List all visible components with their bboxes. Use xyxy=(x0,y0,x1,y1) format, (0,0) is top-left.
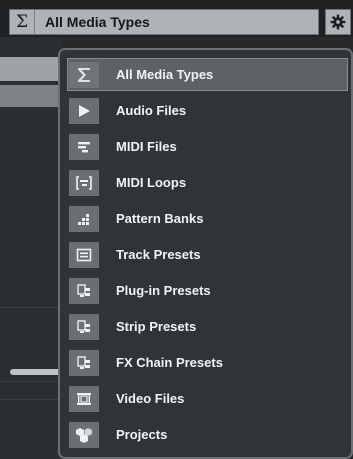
menu-item-midi-files[interactable]: MIDI Files xyxy=(67,130,348,163)
menu-item-label: All Media Types xyxy=(116,67,214,82)
media-type-value: All Media Types xyxy=(45,14,150,30)
gear-icon xyxy=(330,14,346,30)
menu-item-label: FX Chain Presets xyxy=(116,355,223,370)
menu-item-midi-loops[interactable]: MIDI Loops xyxy=(67,166,348,199)
settings-button[interactable] xyxy=(325,9,351,35)
menu-item-label: Pattern Banks xyxy=(116,211,204,226)
plugin-preset-icon xyxy=(69,349,99,376)
background-list-row xyxy=(0,57,62,81)
plugin-preset-icon xyxy=(69,313,99,340)
menu-item-audio-files[interactable]: Audio Files xyxy=(67,94,348,127)
media-type-selector[interactable]: Σ All Media Types xyxy=(9,9,319,35)
divider xyxy=(0,381,62,382)
sigma-icon: Σ xyxy=(10,10,35,34)
menu-item-pattern-banks[interactable]: Pattern Banks xyxy=(67,202,348,235)
menu-item-plug-in-presets[interactable]: Plug-in Presets xyxy=(67,274,348,307)
sigma-icon xyxy=(69,61,99,88)
cubes-icon xyxy=(69,421,99,448)
menu-item-label: Audio Files xyxy=(116,103,187,118)
media-type-dropdown-menu: All Media Types Audio Files MIDI Files M… xyxy=(58,48,353,459)
menu-item-label: MIDI Files xyxy=(116,139,177,154)
menu-item-projects[interactable]: Projects xyxy=(67,418,348,451)
background-list-panel xyxy=(0,37,62,459)
menu-item-label: MIDI Loops xyxy=(116,175,187,190)
menu-item-fx-chain-presets[interactable]: FX Chain Presets xyxy=(67,346,348,379)
horizontal-scrollbar[interactable] xyxy=(10,369,62,375)
menu-item-label: Projects xyxy=(116,427,168,442)
midi-bars-icon xyxy=(69,133,99,160)
midi-loop-icon xyxy=(69,169,99,196)
pattern-steps-icon xyxy=(69,205,99,232)
menu-item-track-presets[interactable]: Track Presets xyxy=(67,238,348,271)
divider xyxy=(0,307,62,308)
play-icon xyxy=(69,97,99,124)
menu-item-label: Track Presets xyxy=(116,247,201,262)
menu-item-label: Strip Presets xyxy=(116,319,197,334)
menu-item-strip-presets[interactable]: Strip Presets xyxy=(67,310,348,343)
menu-item-video-files[interactable]: Video Files xyxy=(67,382,348,415)
menu-item-all-media-types[interactable]: All Media Types xyxy=(67,58,348,91)
menu-item-label: Video Files xyxy=(116,391,185,406)
film-icon xyxy=(69,385,99,412)
track-preset-icon xyxy=(69,241,99,268)
background-list-row xyxy=(0,85,62,107)
divider xyxy=(0,399,62,400)
plugin-preset-icon xyxy=(69,277,99,304)
media-browser-window: Σ All Media Types All Media Types Audio … xyxy=(0,0,353,459)
menu-item-label: Plug-in Presets xyxy=(116,283,211,298)
top-toolbar: Σ All Media Types xyxy=(0,0,353,37)
